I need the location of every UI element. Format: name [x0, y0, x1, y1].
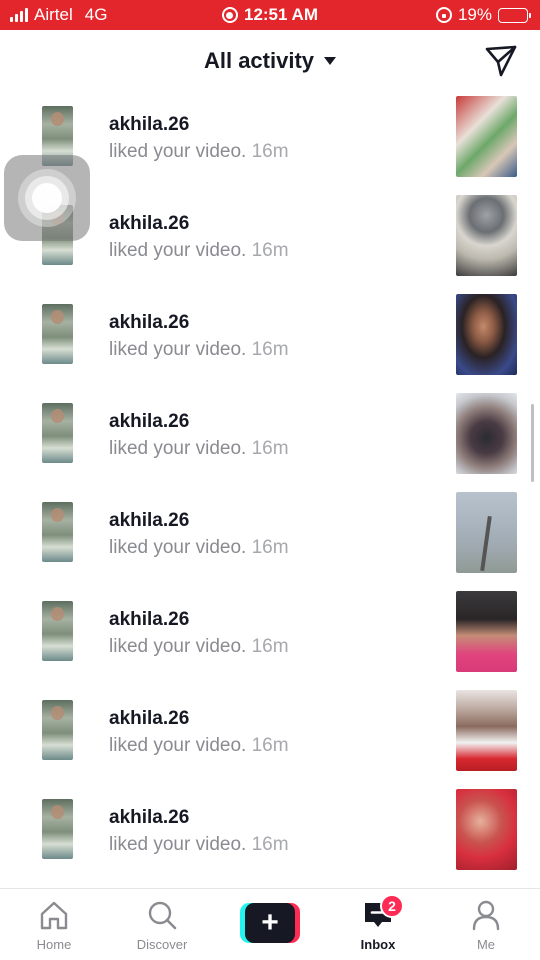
activity-time: 16m: [251, 537, 289, 558]
list-item[interactable]: akhila.26 liked your video. 16m: [0, 488, 540, 587]
video-thumbnail[interactable]: [456, 591, 517, 672]
username[interactable]: akhila.26: [109, 213, 189, 235]
activity-text: liked your video. 16m: [109, 834, 289, 856]
home-icon: [40, 901, 68, 930]
activity-action: liked your video.: [109, 834, 247, 855]
video-thumbnail[interactable]: [456, 96, 517, 177]
avatar[interactable]: [42, 304, 73, 364]
page-title: All activity: [203, 48, 315, 73]
activity-time: 16m: [251, 834, 289, 855]
nav-me[interactable]: Me: [432, 889, 540, 960]
avatar[interactable]: [42, 799, 73, 859]
assistive-touch-button[interactable]: [4, 155, 90, 241]
nav-label-me: Me: [476, 937, 496, 952]
list-item[interactable]: akhila.26 liked your video. 16m: [0, 290, 540, 389]
profile-icon: [472, 900, 500, 931]
caret-down-icon: [324, 57, 337, 65]
list-item[interactable]: akhila.26 liked your video. 16m: [0, 587, 540, 686]
clock: 12:51 AM: [243, 5, 318, 24]
username[interactable]: akhila.26: [109, 609, 189, 631]
activity-action: liked your video.: [109, 240, 247, 261]
activity-action: liked your video.: [109, 141, 247, 162]
activity-time: 16m: [251, 438, 289, 459]
activity-text: liked your video. 16m: [109, 636, 289, 658]
activity-action: liked your video.: [109, 339, 247, 360]
username[interactable]: akhila.26: [109, 708, 189, 730]
nav-label-inbox: Inbox: [360, 937, 396, 952]
nav-discover[interactable]: Discover: [108, 889, 216, 960]
orientation-lock-icon: [435, 7, 452, 23]
nav-label-discover: Discover: [136, 937, 188, 952]
username[interactable]: akhila.26: [109, 411, 189, 433]
avatar[interactable]: [42, 601, 73, 661]
status-right: 19%: [435, 0, 531, 30]
avatar[interactable]: [42, 700, 73, 760]
screen-recording-icon: [221, 7, 238, 23]
activity-text: liked your video. 16m: [109, 141, 289, 163]
battery-icon: [498, 7, 531, 23]
video-thumbnail[interactable]: [456, 492, 517, 573]
activity-action: liked your video.: [109, 537, 247, 558]
video-thumbnail[interactable]: [456, 789, 517, 870]
activity-time: 16m: [251, 339, 289, 360]
activity-text: liked your video. 16m: [109, 438, 289, 460]
inbox-badge: 2: [380, 894, 404, 918]
nav-home[interactable]: Home: [0, 889, 108, 960]
video-thumbnail[interactable]: [456, 195, 517, 276]
activity-time: 16m: [251, 636, 289, 657]
inbox-header: All activity: [0, 30, 540, 92]
app-screen: Airtel 4G 12:51 AM 19% All activity akhi…: [0, 0, 540, 960]
username[interactable]: akhila.26: [109, 510, 189, 532]
nav-label-home: Home: [36, 937, 72, 952]
activity-time: 16m: [251, 735, 289, 756]
activity-action: liked your video.: [109, 438, 247, 459]
battery-percent: 19%: [457, 5, 492, 24]
bottom-nav: Home Discover + 2 Inbox Me: [0, 888, 540, 960]
username[interactable]: akhila.26: [109, 807, 189, 829]
activity-action: liked your video.: [109, 636, 247, 657]
username[interactable]: akhila.26: [109, 114, 189, 136]
scroll-indicator[interactable]: [531, 404, 534, 482]
list-item[interactable]: akhila.26 liked your video. 16m: [0, 785, 540, 884]
video-thumbnail[interactable]: [456, 393, 517, 474]
direct-message-icon[interactable]: [484, 44, 518, 78]
avatar[interactable]: [42, 502, 73, 562]
activity-action: liked your video.: [109, 735, 247, 756]
activity-time: 16m: [251, 141, 289, 162]
activity-text: liked your video. 16m: [109, 735, 289, 757]
plus-icon: +: [245, 903, 295, 943]
nav-inbox[interactable]: 2 Inbox: [324, 889, 432, 960]
status-bar: Airtel 4G 12:51 AM 19%: [0, 0, 540, 30]
activity-text: liked your video. 16m: [109, 537, 289, 559]
search-icon: [148, 901, 177, 930]
activity-text: liked your video. 16m: [109, 339, 289, 361]
activity-filter-dropdown[interactable]: All activity: [203, 48, 337, 74]
video-thumbnail[interactable]: [456, 690, 517, 771]
activity-text: liked your video. 16m: [109, 240, 289, 262]
username[interactable]: akhila.26: [109, 312, 189, 334]
avatar[interactable]: [42, 403, 73, 463]
activity-time: 16m: [251, 240, 289, 261]
list-item[interactable]: akhila.26 liked your video. 16m: [0, 686, 540, 785]
create-video-button[interactable]: +: [240, 903, 300, 943]
list-item[interactable]: akhila.26 liked your video. 16m: [0, 389, 540, 488]
video-thumbnail[interactable]: [456, 294, 517, 375]
